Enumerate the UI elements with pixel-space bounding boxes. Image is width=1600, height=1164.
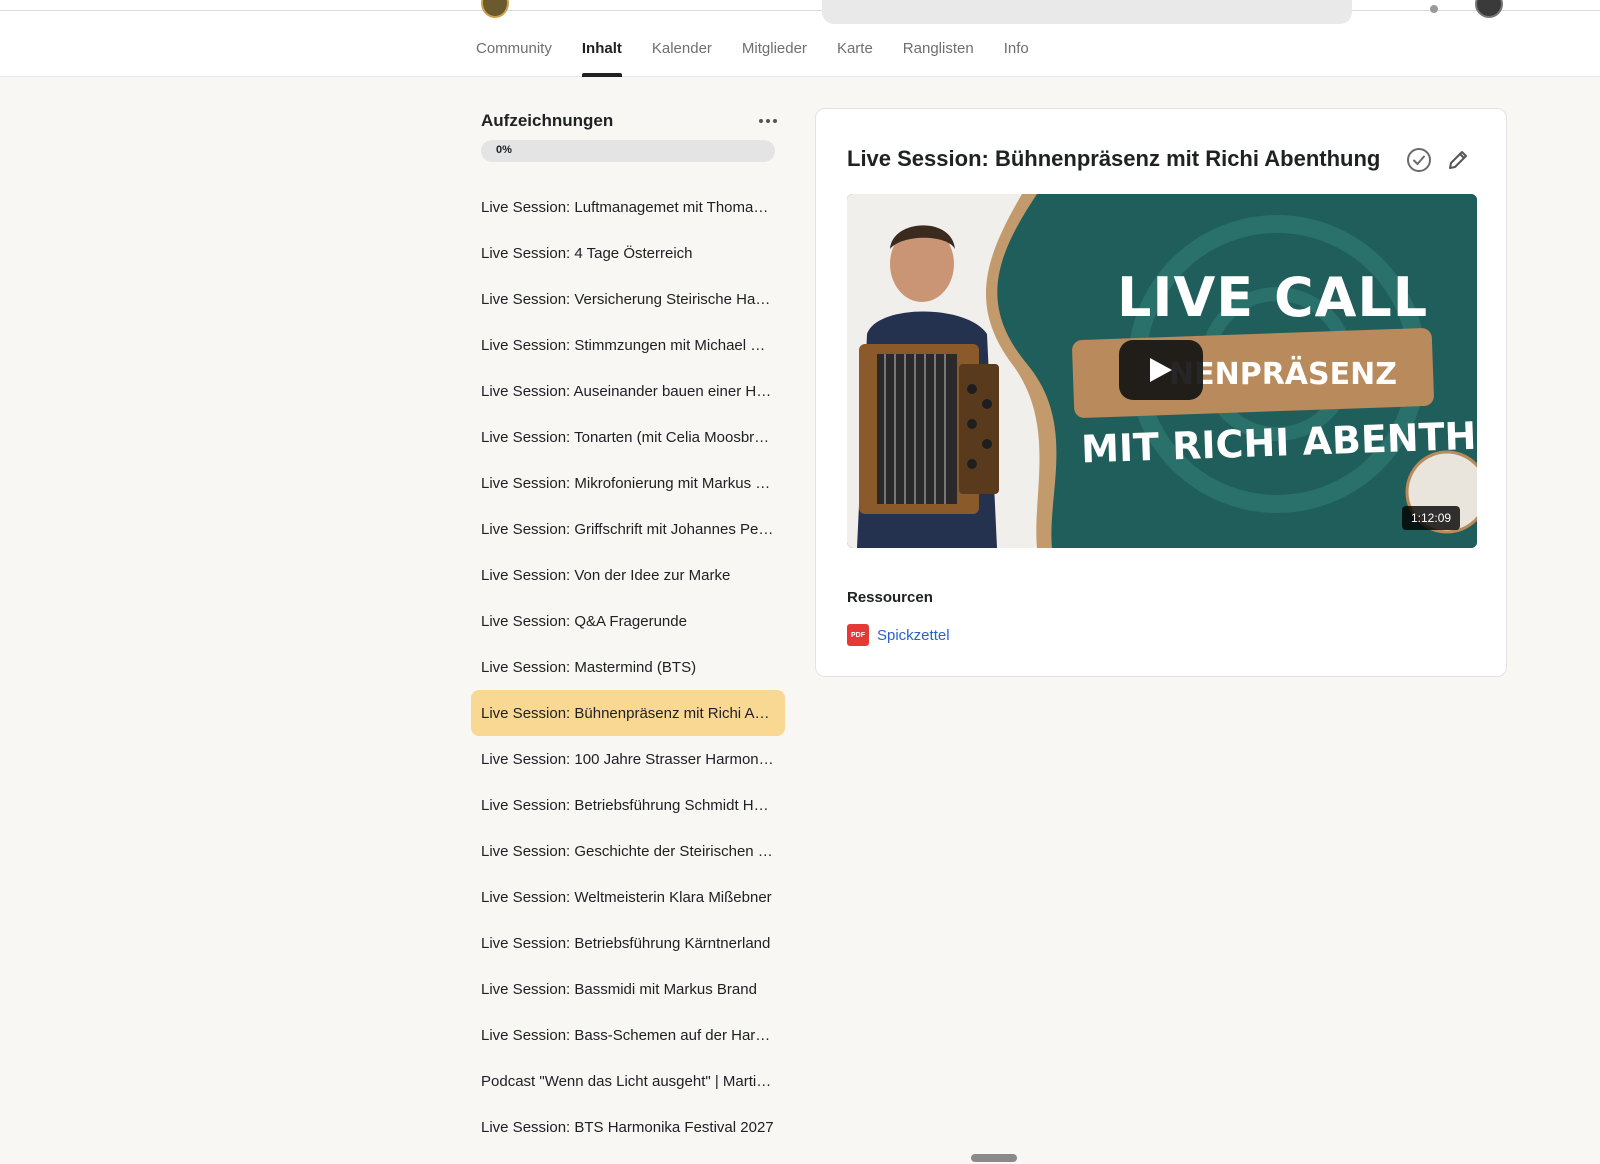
- lesson-label: Live Session: Stimmzungen mit Michael S…: [481, 336, 775, 354]
- lesson-label: Live Session: 100 Jahre Strasser Harmoni…: [481, 750, 775, 768]
- lesson-item[interactable]: Live Session: Q&A Fragerunde: [471, 598, 785, 644]
- lesson-item[interactable]: Live Session: Bass-Schemen auf der Har…: [471, 1012, 785, 1058]
- community-logo[interactable]: [481, 0, 509, 18]
- video-player[interactable]: LIVE CALL NENPRÄSENZ MIT RICHI ABENTHUNG…: [847, 194, 1477, 548]
- course-sidebar: Aufzeichnungen 0% Live Session: Luftmana…: [471, 108, 785, 1136]
- lesson-label: Live Session: Luftmanagemet mit Thoma…: [481, 198, 769, 216]
- lesson-item[interactable]: Live Session: 4 Tage Österreich: [471, 230, 785, 276]
- lesson-label: Live Session: Bühnenpräsenz mit Richi Ab…: [481, 704, 775, 722]
- lesson-label: Live Session: Bassmidi mit Markus Brand: [481, 980, 757, 998]
- lesson-item[interactable]: Live Session: Von der Idee zur Marke: [471, 552, 785, 598]
- lesson-label: Live Session: Tonarten (mit Celia Moosbr…: [481, 428, 770, 446]
- tab-ranglisten[interactable]: Ranglisten: [903, 40, 974, 77]
- lesson-label: Live Session: Geschichte der Steirischen…: [481, 842, 773, 860]
- main-nav-tabs: Community Inhalt Kalender Mitglieder Kar…: [476, 40, 1059, 77]
- lesson-item[interactable]: Podcast "Wenn das Licht ausgeht" | Marti…: [471, 1058, 785, 1104]
- course-progress-bar: 0%: [481, 140, 775, 162]
- lesson-label: Live Session: Von der Idee zur Marke: [481, 566, 731, 584]
- user-avatar[interactable]: [1475, 0, 1503, 18]
- lesson-item[interactable]: Live Session: Betriebsführung Schmidt Ha…: [471, 782, 785, 828]
- lesson-label: Live Session: Griffschrift mit Johannes …: [481, 520, 774, 538]
- scroll-handle[interactable]: [971, 1154, 1017, 1162]
- header-divider: [0, 10, 1600, 11]
- play-button[interactable]: [1119, 340, 1203, 400]
- edit-pencil-icon[interactable]: [1446, 148, 1470, 172]
- course-title: Aufzeichnungen: [481, 111, 614, 130]
- lesson-item[interactable]: Live Session: Mikrofonierung mit Markus …: [471, 460, 785, 506]
- lesson-label: Live Session: Mastermind (BTS): [481, 658, 697, 676]
- tab-community[interactable]: Community: [476, 40, 552, 77]
- resource-link[interactable]: Spickzettel: [877, 627, 950, 644]
- progress-label: 0%: [496, 144, 512, 156]
- play-icon: [1150, 358, 1172, 382]
- lesson-item[interactable]: Live Session: Geschichte der Steirischen…: [471, 828, 785, 874]
- more-options-icon[interactable]: [757, 110, 779, 132]
- lesson-label: Live Session: 4 Tage Österreich: [481, 244, 693, 262]
- lesson-item[interactable]: Live Session: BTS Harmonika Festival 202…: [471, 1104, 785, 1150]
- pdf-icon: PDF: [847, 624, 869, 646]
- lesson-item[interactable]: Live Session: Bassmidi mit Markus Brand: [471, 966, 785, 1012]
- tab-info[interactable]: Info: [1004, 40, 1029, 77]
- lesson-label: Live Session: Betriebsführung Schmidt Ha…: [481, 796, 775, 814]
- video-duration: 1:12:09: [1402, 506, 1461, 530]
- tab-karte[interactable]: Karte: [837, 40, 873, 77]
- lesson-item[interactable]: Live Session: Mastermind (BTS): [471, 644, 785, 690]
- thumbnail-text: LIVE CALL: [1117, 266, 1429, 329]
- lesson-item[interactable]: Live Session: Luftmanagemet mit Thoma…: [471, 184, 785, 230]
- lesson-content-card: Live Session: Bühnenpräsenz mit Richi Ab…: [815, 108, 1507, 677]
- lesson-label: Live Session: Mikrofonierung mit Markus …: [481, 474, 771, 492]
- lesson-item[interactable]: Live Session: 100 Jahre Strasser Harmoni…: [471, 736, 785, 782]
- lesson-label: Live Session: Versicherung Steirische Ha…: [481, 290, 775, 308]
- lesson-title: Live Session: Bühnenpräsenz mit Richi Ab…: [847, 146, 1381, 171]
- lesson-item[interactable]: Live Session: Griffschrift mit Johannes …: [471, 506, 785, 552]
- mark-complete-icon[interactable]: [1406, 147, 1432, 173]
- tab-inhalt[interactable]: Inhalt: [581, 40, 622, 77]
- tab-mitglieder[interactable]: Mitglieder: [742, 40, 807, 77]
- top-header: Community Inhalt Kalender Mitglieder Kar…: [0, 0, 1600, 77]
- lesson-label: Live Session: BTS Harmonika Festival 202…: [481, 1118, 774, 1136]
- lesson-label: Live Session: Q&A Fragerunde: [481, 612, 687, 630]
- lesson-list: Live Session: Luftmanagemet mit Thoma… L…: [471, 184, 785, 1150]
- lesson-label: Live Session: Auseinander bauen einer Ha…: [481, 382, 775, 400]
- lesson-label: Live Session: Betriebsführung Kärntnerla…: [481, 934, 771, 952]
- lesson-label: Podcast "Wenn das Licht ausgeht" | Marti…: [481, 1072, 772, 1090]
- lesson-label: Live Session: Bass-Schemen auf der Har…: [481, 1026, 771, 1044]
- lesson-item-active[interactable]: Live Session: Bühnenpräsenz mit Richi Ab…: [471, 690, 785, 736]
- tab-kalender[interactable]: Kalender: [652, 40, 712, 77]
- thumbnail-text: NENPRÄSENZ: [1169, 357, 1397, 392]
- resources-heading: Ressourcen: [847, 589, 933, 606]
- lesson-item[interactable]: Live Session: Betriebsführung Kärntnerla…: [471, 920, 785, 966]
- lesson-item[interactable]: Live Session: Stimmzungen mit Michael S…: [471, 322, 785, 368]
- sidebar-header: Aufzeichnungen: [471, 108, 785, 134]
- lesson-item[interactable]: Live Session: Auseinander bauen einer Ha…: [471, 368, 785, 414]
- lesson-item[interactable]: Live Session: Tonarten (mit Celia Moosbr…: [471, 414, 785, 460]
- lesson-item[interactable]: Live Session: Weltmeisterin Klara Mißebn…: [471, 874, 785, 920]
- lesson-label: Live Session: Weltmeisterin Klara Mißebn…: [481, 888, 772, 906]
- search-bar[interactable]: [822, 0, 1352, 24]
- lesson-item[interactable]: Live Session: Versicherung Steirische Ha…: [471, 276, 785, 322]
- resource-item[interactable]: PDF Spickzettel: [847, 624, 950, 646]
- notification-icon[interactable]: [1430, 5, 1438, 13]
